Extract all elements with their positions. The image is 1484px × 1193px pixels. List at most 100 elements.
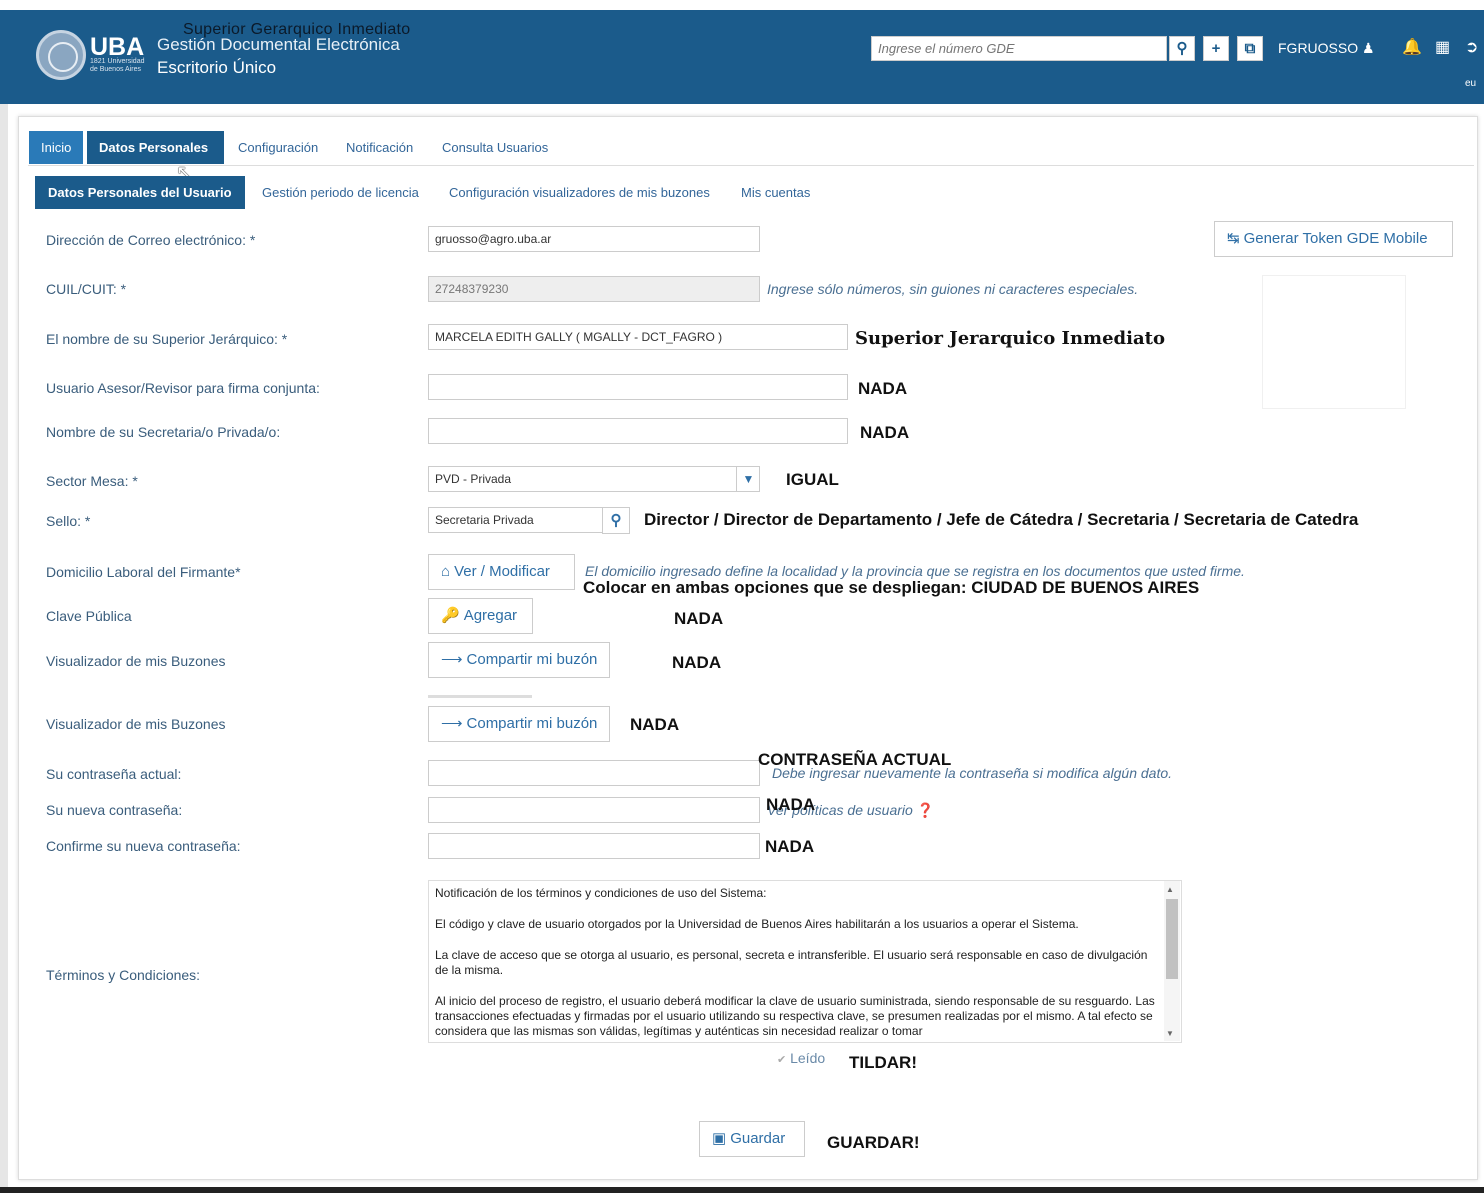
annotation-sello: Director / Director de Departamento / Je… — [644, 510, 1359, 529]
gde-search-input[interactable] — [871, 36, 1167, 61]
refresh-icon: ↹ — [1227, 230, 1240, 247]
blank-image-area — [1262, 275, 1406, 409]
save-label: Guardar — [730, 1130, 786, 1147]
asesor-field[interactable] — [428, 374, 848, 400]
terms-paragraph: Notificación de los términos y condicion… — [435, 886, 767, 900]
subtab-datos-usuario[interactable]: Datos Personales del Usuario — [35, 176, 245, 209]
terms-paragraph: El código y clave de usuario otorgados p… — [435, 917, 1079, 931]
agregar-button[interactable]: 🔑 Agregar — [428, 598, 533, 634]
sector-label: Sector Mesa: * — [46, 473, 138, 489]
user-menu[interactable]: FGRUOSSO ♟ — [1278, 40, 1375, 57]
tab-divider — [28, 165, 1474, 166]
save-button[interactable]: ▣ Guardar — [699, 1121, 805, 1157]
floppy-icon: ▣ — [712, 1130, 727, 1147]
search-icon: ⚲ — [1176, 40, 1188, 57]
pass-confirm-field[interactable] — [428, 833, 760, 859]
terms-scroll-thumb[interactable] — [1166, 899, 1178, 979]
scroll-up-icon[interactable]: ▲ — [1166, 885, 1174, 894]
page-background — [0, 104, 8, 1193]
username: FGRUOSSO — [1278, 40, 1359, 56]
cuil-label: CUIL/CUIT: * — [46, 281, 127, 297]
divider — [428, 695, 532, 698]
search-button[interactable]: ⚲ — [1169, 36, 1195, 61]
subtab-mis-cuentas[interactable]: Mis cuentas — [728, 176, 823, 209]
share-icon: ⟶ — [441, 715, 463, 732]
clipboard-button[interactable]: ⧉ — [1237, 36, 1263, 61]
visualizador-label-2: Visualizador de mis Buzones — [46, 716, 226, 732]
clave-label: Clave Pública — [46, 608, 132, 624]
annotation-save: GUARDAR! — [827, 1133, 920, 1152]
annotation-visualizador-2: NADA — [630, 715, 680, 734]
pass-nueva-field[interactable] — [428, 797, 760, 823]
terms-paragraph: Al inicio del proceso de registro, el us… — [435, 994, 1155, 1038]
terms-paragraph: La clave de acceso que se otorga al usua… — [435, 948, 1148, 977]
agregar-label: Agregar — [463, 607, 518, 624]
sello-search-button[interactable]: ⚲ — [602, 507, 630, 534]
subtab-licencia[interactable]: Gestión periodo de licencia — [249, 176, 432, 209]
ver-modificar-label: Ver / Modificar — [454, 563, 550, 580]
terms-textarea[interactable]: Notificación de los términos y condicion… — [428, 880, 1182, 1043]
leido-label: Leído — [790, 1050, 826, 1066]
pass-actual-hint: Debe ingresar nuevamente la contraseña s… — [772, 765, 1173, 781]
asesor-label: Usuario Asesor/Revisor para firma conjun… — [46, 380, 320, 396]
leido-checkbox[interactable]: ✔ Leído — [777, 1050, 825, 1066]
tab-inicio[interactable]: Inicio — [29, 131, 84, 164]
superior-label: El nombre de su Superior Jerárquico: * — [46, 331, 288, 347]
annotation-asesor: NADA — [858, 379, 908, 398]
sello-field[interactable]: Secretaria Privada — [428, 507, 604, 533]
email-field[interactable]: gruosso@agro.uba.ar — [428, 226, 760, 252]
logout-icon[interactable]: ➲ — [1465, 37, 1478, 57]
compartir-label-1: Compartir mi buzón — [466, 651, 598, 668]
pass-actual-field[interactable] — [428, 760, 760, 786]
annotation-pass-confirm: NADA — [765, 837, 815, 856]
annotation-domicilio: Colocar en ambas opciones que se desplie… — [583, 578, 1200, 597]
annotation-sector: IGUAL — [786, 470, 839, 489]
share-icon: ⟶ — [441, 651, 463, 668]
help-icon[interactable]: ❓ — [917, 802, 934, 818]
bell-icon[interactable]: 🔔 — [1402, 37, 1422, 57]
pass-nueva-label: Su nueva contraseña: — [46, 802, 183, 818]
pass-confirm-label: Confirme su nueva contraseña: — [46, 838, 241, 854]
tab-configuracion[interactable]: Configuración — [226, 131, 330, 164]
compartir-buzon-button-1[interactable]: ⟶ Compartir mi buzón — [428, 642, 610, 678]
annotation-secretaria: NADA — [860, 423, 910, 442]
annotation-superior: Superior Jerarquico Inmediato — [855, 328, 1165, 349]
user-icon: ♟ — [1362, 40, 1375, 56]
secretaria-field[interactable] — [428, 418, 848, 444]
terms-label: Términos y Condiciones: — [46, 967, 201, 983]
compartir-label-2: Compartir mi buzón — [466, 715, 598, 732]
plus-icon: + — [1211, 40, 1221, 57]
search-icon: ⚲ — [610, 512, 622, 529]
tab-consulta-usuarios[interactable]: Consulta Usuarios — [430, 131, 560, 164]
generate-token-button[interactable]: ↹ Generar Token GDE Mobile — [1214, 221, 1453, 257]
clipboard-icon: ⧉ — [1244, 40, 1256, 57]
taskbar-edge — [0, 1187, 1484, 1193]
cuil-hint: Ingrese sólo números, sin guiones ni car… — [767, 281, 1139, 297]
pass-actual-label: Su contraseña actual: — [46, 766, 182, 782]
annotation-clave: NADA — [674, 609, 724, 628]
scroll-down-icon[interactable]: ▼ — [1166, 1029, 1174, 1038]
ver-modificar-button[interactable]: ⌂ Ver / Modificar — [428, 554, 575, 590]
annotation-terms: TILDAR! — [849, 1053, 917, 1072]
add-button[interactable]: + — [1203, 36, 1229, 61]
header-corner-text: eu — [1465, 78, 1477, 89]
tab-datos-personales[interactable]: Datos Personales — [87, 131, 224, 164]
annotation-visualizador-1: NADA — [672, 653, 722, 672]
domicilio-label: Domicilio Laboral del Firmante* — [46, 564, 241, 580]
caret-down-icon[interactable]: ▼ — [736, 466, 760, 492]
superior-field[interactable]: MARCELA EDITH GALLY ( MGALLY - DCT_FAGRO… — [428, 324, 848, 350]
app-title: Gestión Documental Electrónica — [157, 35, 400, 54]
visualizador-label-1: Visualizador de mis Buzones — [46, 653, 226, 669]
tab-notificacion[interactable]: Notificación — [334, 131, 425, 164]
sector-select[interactable]: PVD - Privada — [428, 466, 760, 492]
home-icon: ⌂ — [441, 563, 451, 580]
cuil-field[interactable]: 27248379230 — [428, 276, 760, 302]
compartir-buzon-button-2[interactable]: ⟶ Compartir mi buzón — [428, 706, 610, 742]
checkmark-icon: ✔ — [777, 1054, 787, 1066]
logo-subtext: 1821 Universidad de Buenos Aires — [90, 58, 145, 73]
sello-label: Sello: * — [46, 513, 91, 529]
top-strip — [0, 0, 1484, 10]
subtab-visualizadores[interactable]: Configuración visualizadores de mis buzo… — [436, 176, 723, 209]
key-icon: 🔑 — [441, 607, 460, 624]
grid-icon[interactable]: ▦ — [1435, 37, 1450, 57]
